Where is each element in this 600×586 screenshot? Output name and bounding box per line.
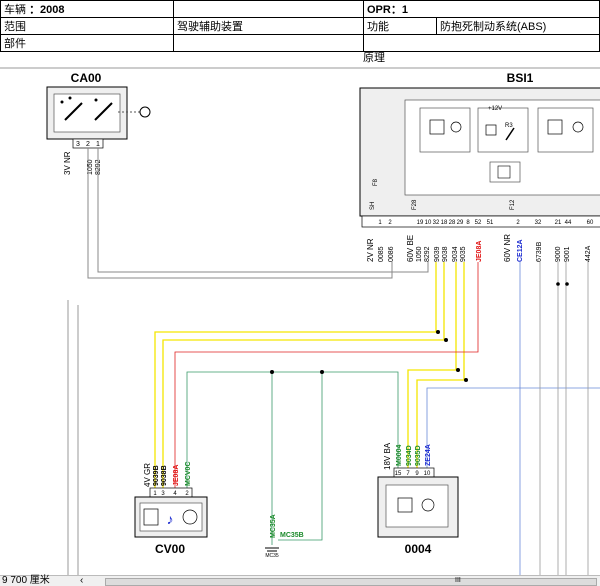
ca00-pin: 2 (86, 141, 90, 148)
cv00-wire-label: MCV0C (185, 461, 192, 486)
wire-ze24a (426, 387, 600, 488)
bsi1-pin: 29 (457, 220, 464, 226)
bsi1-wire-label: 9039 (434, 246, 441, 262)
bsi1-module-2 (537, 107, 594, 153)
splice-dot (456, 368, 460, 372)
music-note-icon: ♪ (167, 511, 174, 527)
key-icon (139, 106, 151, 118)
bsi1-fuse-label: F12 (510, 199, 516, 210)
wire-1050 (87, 148, 393, 279)
wiring-diagram: CA00 3 2 1 3V NR 1050 8292 BSI1 +12V R3 … (0, 67, 600, 575)
bsi1-pin: 51 (487, 220, 494, 226)
bsi1-pin: 52 (475, 220, 482, 226)
wire-je08a (174, 262, 479, 488)
wire-9039 (154, 262, 437, 488)
splice-dot (270, 370, 274, 374)
ca00-pin: 1 (96, 141, 100, 148)
ca00-dot (94, 98, 98, 102)
cv00-wire-label: JE08A (173, 465, 180, 486)
bsi1-wire-label: 442A (585, 245, 592, 262)
c0004-connector-label: 18V BA (383, 442, 392, 470)
bsi1-fuse-label: F28 (412, 199, 418, 210)
bsi1-pin: 10 (425, 220, 432, 226)
ca00-title: CA00 (71, 71, 102, 85)
bsi1-wire-label: 9038 (442, 246, 449, 262)
bsi1-wire-label: 6739B (536, 241, 543, 262)
bsi1-title: BSI1 (507, 71, 534, 85)
splice-dot (464, 378, 468, 382)
mc35a-label: MC35A (270, 514, 277, 538)
bsi1-pin: 28 (449, 220, 456, 226)
c0004-wire-labels: M0004 9034D 9035D ZE24A (396, 444, 432, 466)
mc35b-label: MC35B (280, 532, 304, 539)
ca00-pin: 3 (76, 141, 80, 148)
bsi1-wire-label: 9035 (460, 246, 467, 262)
bsi1-wire-label: JE08A (476, 241, 483, 262)
mc35-title: MC35 (265, 553, 279, 559)
bsi1-relay (477, 107, 529, 153)
ca00-inner (53, 93, 121, 133)
c0004-wire-label: ZE24A (425, 444, 432, 466)
bsi1-pin: 60 (587, 220, 594, 226)
ca00-dot (60, 100, 64, 104)
bsi1-pin: 44 (565, 220, 572, 226)
splice-dot (320, 370, 324, 374)
bsi1-pin: 18 (441, 220, 448, 226)
bsi1-12v-label: +12V (488, 106, 502, 112)
status-bar: 9 700 厘米 ‹ III (0, 575, 600, 586)
cv00-wire-label: 9039B (153, 465, 160, 486)
c0004-pin: 15 (395, 471, 402, 477)
bsi1-shunt-label: SH (370, 202, 376, 210)
cv00-wire-labels: 9039B 9038B JE08A MCV0C (153, 461, 192, 486)
c0004-wire-label: 9035D (415, 445, 422, 466)
ca00-dot (68, 96, 72, 100)
splice-dot (556, 282, 560, 286)
bsi1-wire-label: 1050 (416, 246, 423, 262)
splice-dot (444, 338, 448, 342)
bsi1-r3-label: R3 (505, 123, 513, 129)
bsi1-wire-label: 9001 (564, 246, 571, 262)
c0004-pin: 10 (424, 471, 431, 477)
bsi1-fuse-label: F8 (373, 178, 379, 186)
bsi1-connector-label: 60V BE (406, 235, 415, 262)
c0004-inner (385, 484, 449, 528)
cv00-title: CV00 (155, 542, 185, 556)
bsi1-pin: 21 (555, 220, 562, 226)
bsi1-wire-label: CE12A (517, 239, 524, 262)
bsi1-pin: 19 (417, 220, 424, 226)
c0004-title: 0004 (405, 542, 432, 556)
cv00-wire-label: 9038B (161, 465, 168, 486)
bsi1-pin: 32 (433, 220, 440, 226)
bsi1-wire-label: 0086 (388, 246, 395, 262)
bsi1-connector-label: 60V NR (503, 234, 512, 262)
ca00-connector-label: 3V NR (63, 151, 72, 175)
bsi1-center-module (489, 161, 521, 183)
splice-dot (565, 282, 569, 286)
c0004-wire-label: M0004 (396, 444, 403, 466)
bsi1-pin: 32 (535, 220, 542, 226)
bsi1-wire-label: 8292 (424, 246, 431, 262)
cv00-connector-label: 4V GR (143, 463, 152, 487)
bsi1-module-1 (419, 107, 471, 153)
bsi1-connector-label: 2V NR (366, 238, 375, 262)
bsi1-wire-label: 9034 (452, 246, 459, 262)
bsi1-wire-label: 0085 (378, 246, 385, 262)
splice-dot (436, 330, 440, 334)
c0004-wire-label: 9034D (406, 445, 413, 466)
bsi1-wire-label: 9000 (555, 246, 562, 262)
